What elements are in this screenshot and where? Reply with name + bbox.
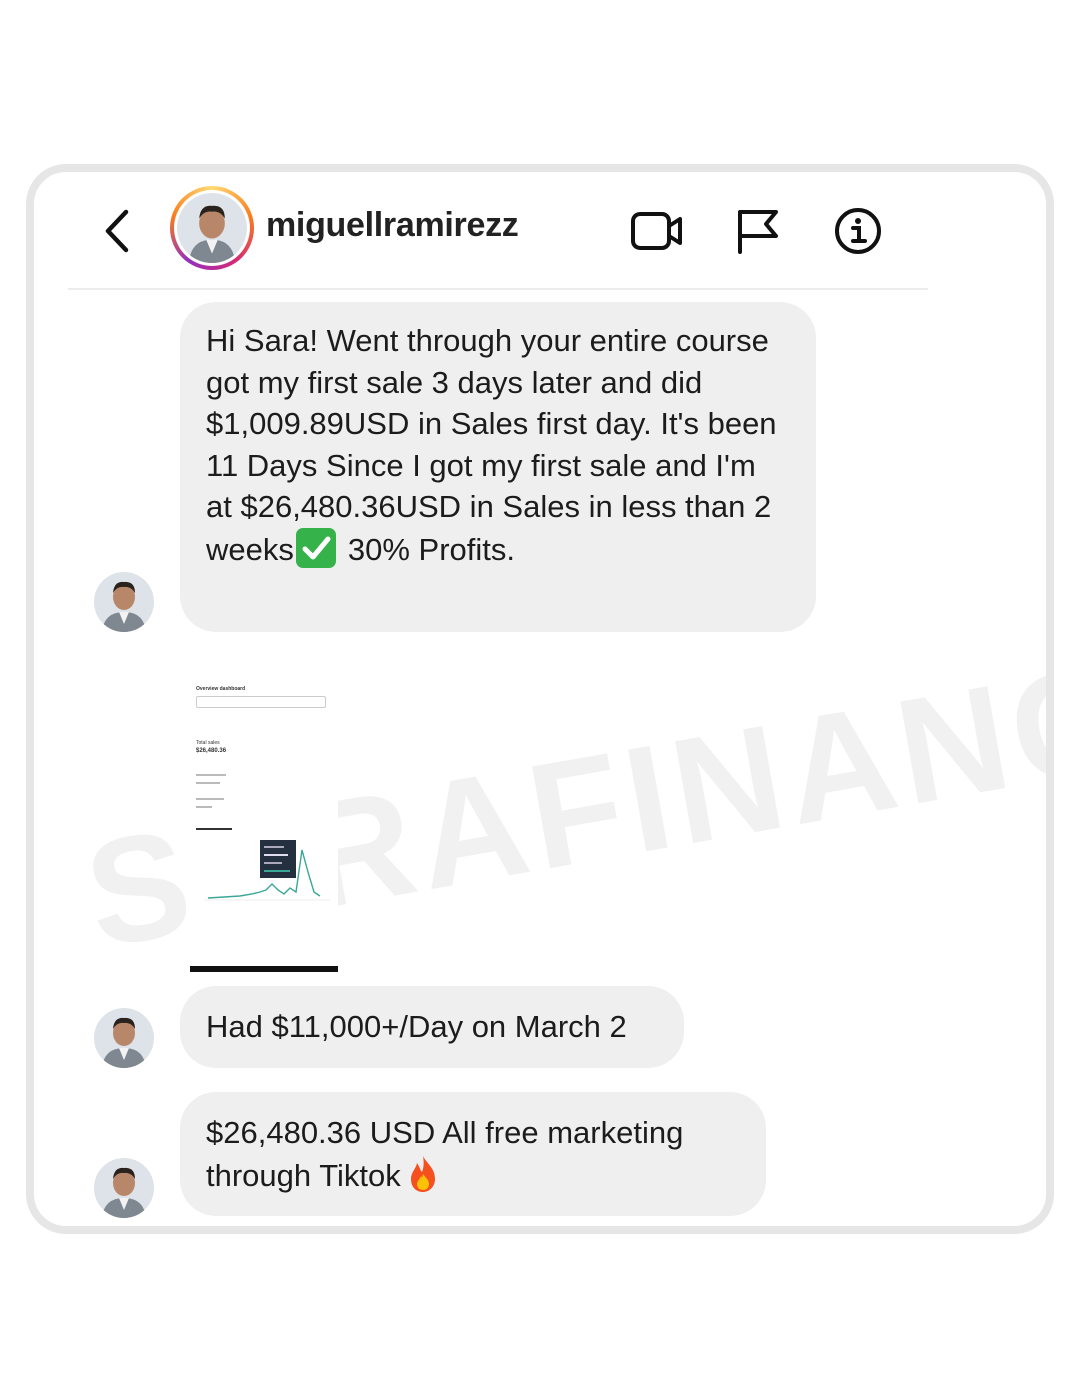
message-text-continued: 30% Profits.	[347, 531, 515, 567]
dashboard-screenshot[interactable]: Overview dashboard Total sales $26,480.3…	[190, 656, 338, 972]
total-sales-value: $26,480.36	[196, 748, 227, 754]
message-text: Had $11,000+/Day on March 2	[206, 1009, 627, 1044]
metric-line	[196, 806, 212, 808]
sender-avatar[interactable]	[94, 1158, 154, 1218]
sales-chart	[204, 840, 330, 901]
chat-card: SARAFINANCE miguellramirezz Hi Sara! Wen…	[26, 164, 1054, 1234]
chat-header	[68, 172, 928, 290]
chart-title	[196, 828, 232, 830]
metric-line	[196, 782, 220, 784]
total-sales-label: Total sales	[196, 740, 220, 746]
fire-icon	[410, 1155, 435, 1192]
sender-avatar[interactable]	[94, 572, 154, 632]
date-range-selector	[196, 696, 326, 708]
metric-line	[196, 798, 224, 800]
message-text: $26,480.36 USD All free marketing throug…	[206, 1115, 684, 1193]
sender-avatar[interactable]	[94, 1008, 154, 1068]
metric-line	[196, 774, 226, 776]
message-bubble[interactable]: Had $11,000+/Day on March 2	[180, 986, 684, 1068]
dashboard-title: Overview dashboard	[196, 686, 246, 692]
message-bubble[interactable]: Hi Sara! Went through your entire course…	[180, 302, 816, 632]
message-text: Hi Sara! Went through your entire course…	[206, 323, 777, 567]
message-bubble[interactable]: $26,480.36 USD All free marketing throug…	[180, 1092, 766, 1216]
check-mark-icon	[295, 527, 336, 568]
home-indicator	[190, 966, 338, 972]
